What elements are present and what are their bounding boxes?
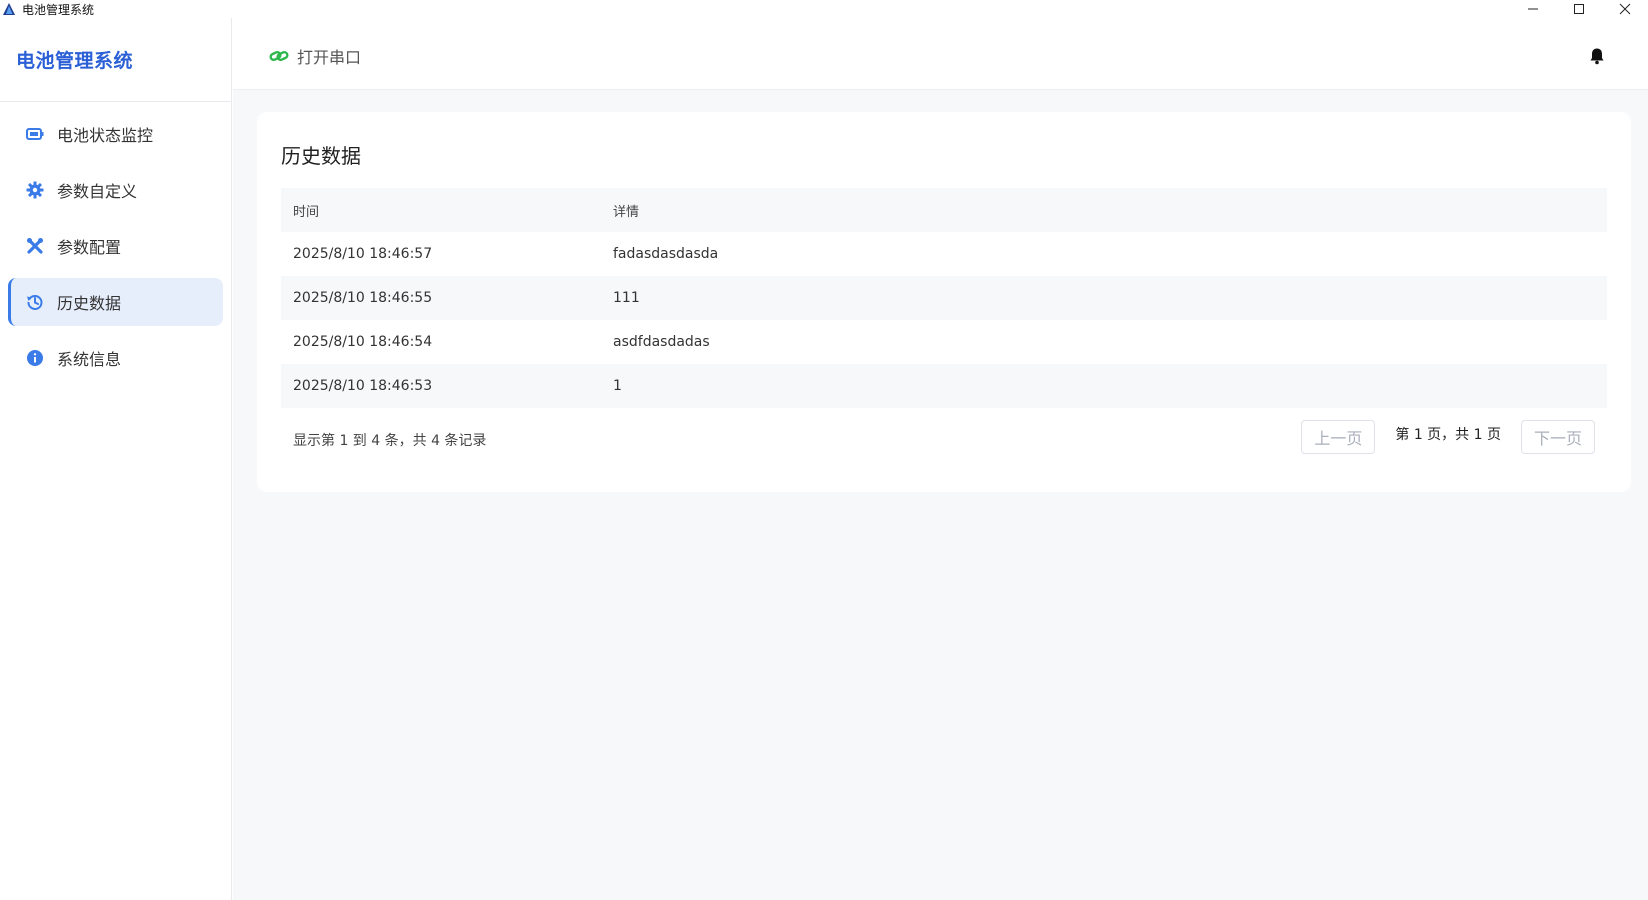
sidebar-item-battery-monitor[interactable]: 电池状态监控 <box>8 110 223 158</box>
sidebar: 电池管理系统 电池状态监控 参数自定义 参数配置 历史数据 系统信息 <box>0 18 232 900</box>
window-title: 电池管理系统 <box>22 2 95 17</box>
cell-detail: fadasdasdasda <box>613 246 719 262</box>
page-info: 第 1 页，共 1 页 <box>1395 427 1501 443</box>
page-title: 历史数据 <box>281 144 361 168</box>
cell-time: 2025/8/10 18:46:53 <box>293 378 433 394</box>
cell-detail: asdfdasdadas <box>613 334 710 350</box>
sidebar-item-param-custom[interactable]: 参数自定义 <box>8 166 223 214</box>
close-icon <box>1619 3 1631 15</box>
sidebar-item-label: 历史数据 <box>57 294 122 313</box>
column-header-detail: 详情 <box>613 204 640 220</box>
main-content: 历史数据 时间 详情 2025/8/10 18:46:57 fadasdasda… <box>233 90 1648 900</box>
next-page-button[interactable]: 下一页 <box>1521 420 1595 454</box>
history-card: 历史数据 时间 详情 2025/8/10 18:46:57 fadasdasda… <box>257 112 1631 492</box>
link-icon <box>269 48 289 64</box>
battery-icon <box>25 124 45 144</box>
bell-icon[interactable] <box>1588 47 1606 65</box>
table-row: 2025/8/10 18:46:54 asdfdasdadas <box>281 320 1607 364</box>
cell-detail: 1 <box>613 378 622 394</box>
cell-time: 2025/8/10 18:46:54 <box>293 334 433 350</box>
close-button[interactable] <box>1602 0 1648 18</box>
sidebar-item-system-info[interactable]: 系统信息 <box>8 334 223 382</box>
app-logo-icon <box>3 3 15 15</box>
sidebar-item-label: 系统信息 <box>57 350 122 369</box>
sidebar-item-label: 参数配置 <box>57 238 122 257</box>
pagination: 上一页 第 1 页，共 1 页 下一页 <box>1301 420 1595 454</box>
open-port-label: 打开串口 <box>297 48 362 67</box>
sidebar-item-history[interactable]: 历史数据 <box>8 278 223 326</box>
sidebar-item-label: 参数自定义 <box>57 182 138 201</box>
cell-time: 2025/8/10 18:46:55 <box>293 290 433 306</box>
cell-detail: 111 <box>613 290 640 306</box>
sidebar-nav: 电池状态监控 参数自定义 参数配置 历史数据 系统信息 <box>0 102 231 398</box>
gear-icon <box>25 180 45 200</box>
window-titlebar: 电池管理系统 <box>0 0 1648 18</box>
table-header: 时间 详情 <box>281 188 1607 232</box>
table-row: 2025/8/10 18:46:57 fadasdasdasda <box>281 232 1607 276</box>
table-row: 2025/8/10 18:46:55 111 <box>281 276 1607 320</box>
brand-title: 电池管理系统 <box>16 50 134 72</box>
table-row: 2025/8/10 18:46:53 1 <box>281 364 1607 408</box>
prev-page-button[interactable]: 上一页 <box>1301 420 1376 454</box>
open-port-button[interactable]: 打开串口 <box>269 44 361 68</box>
window-controls <box>1510 0 1648 18</box>
sidebar-item-param-config[interactable]: 参数配置 <box>8 222 223 270</box>
column-header-time: 时间 <box>293 204 320 220</box>
info-icon <box>25 348 45 368</box>
maximize-button[interactable] <box>1556 0 1602 18</box>
minimize-icon <box>1528 8 1538 10</box>
top-header: 打开串口 <box>233 18 1648 90</box>
history-icon <box>25 292 45 312</box>
cell-time: 2025/8/10 18:46:57 <box>293 246 433 262</box>
sidebar-item-label: 电池状态监控 <box>57 126 154 145</box>
maximize-icon <box>1574 4 1584 14</box>
tools-icon <box>25 236 45 256</box>
brand: 电池管理系统 <box>0 18 231 102</box>
history-table: 时间 详情 2025/8/10 18:46:57 fadasdasdasda 2… <box>281 188 1607 408</box>
records-summary: 显示第 1 到 4 条，共 4 条记录 <box>293 433 487 449</box>
minimize-button[interactable] <box>1510 0 1556 18</box>
